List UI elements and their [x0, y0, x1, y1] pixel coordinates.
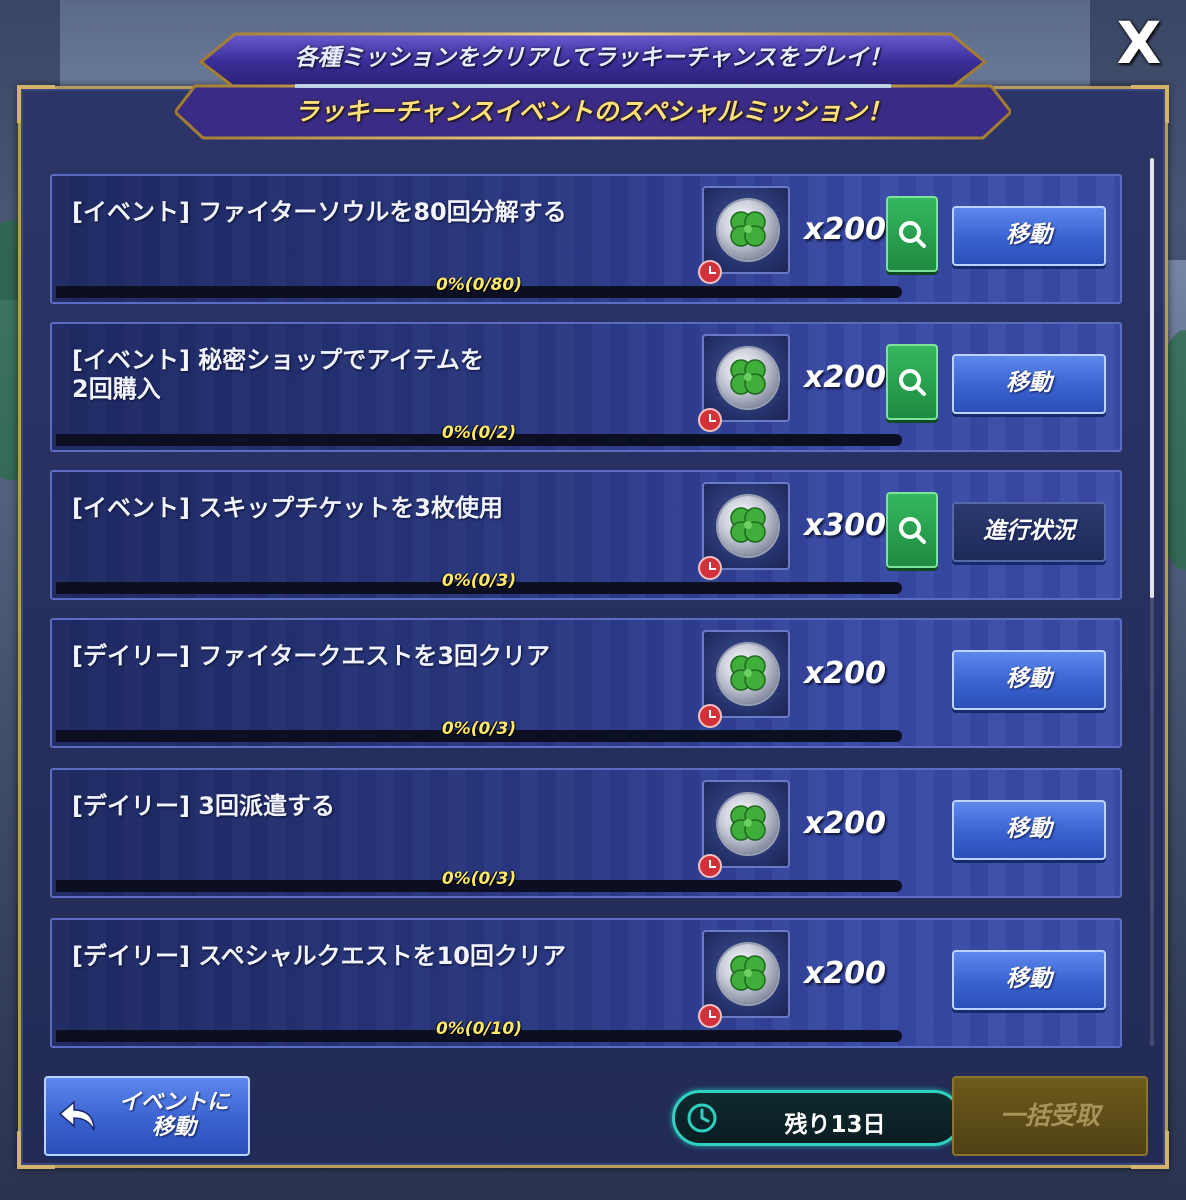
banner-title: ラッキーチャンスイベントのスペシャルミッション！	[294, 97, 892, 126]
move-button[interactable]: 移動	[952, 800, 1106, 860]
reward-item[interactable]	[698, 186, 790, 284]
mission-progress-text: 0%(0/10)	[435, 1019, 523, 1039]
reward-item[interactable]	[698, 780, 790, 878]
timer-badge-icon	[698, 854, 722, 878]
clover-medal-icon	[718, 496, 778, 556]
header-banner: 各種ミッションをクリアしてラッキーチャンスをプレイ！ ラッキーチャンスイベントの…	[175, 26, 1011, 140]
reward-item[interactable]	[698, 482, 790, 580]
mission-progress-bar: 0%(0/3)	[56, 719, 902, 742]
mission-progress-bar: 0%(0/2)	[56, 423, 902, 446]
reward-quantity: x200	[804, 956, 886, 991]
reward-quantity: x200	[804, 360, 886, 395]
clover-medal-icon	[718, 200, 778, 260]
reward-item[interactable]	[698, 930, 790, 1028]
clover-medal-icon	[718, 944, 778, 1004]
mission-progress-bar: 0%(0/3)	[56, 869, 902, 892]
mission-progress-bar: 0%(0/3)	[56, 571, 902, 594]
search-button[interactable]	[886, 196, 938, 272]
clover-medal-icon	[718, 644, 778, 704]
remaining-time-label: 残り13日	[784, 1112, 886, 1138]
clock-icon	[687, 1103, 717, 1133]
mission-title: [イベント] スキップチケットを3枚使用	[72, 494, 503, 522]
mission-title: [デイリー] スペシャルクエストを10回クリア	[72, 942, 567, 970]
reward-quantity: x200	[804, 212, 886, 247]
back-to-event-button[interactable]: イベントに 移動	[44, 1076, 250, 1156]
search-button[interactable]	[886, 344, 938, 420]
search-button[interactable]	[886, 492, 938, 568]
mission-title: [イベント] ファイターソウルを80回分解する	[72, 198, 567, 226]
mission-row: [デイリー] ファイタークエストを3回クリア 0%(0/3) x200 移動	[50, 618, 1122, 748]
move-button[interactable]: 移動	[952, 206, 1106, 266]
mission-row: [デイリー] 3回派遣する 0%(0/3) x200 移動	[50, 768, 1122, 898]
reward-quantity: x200	[804, 656, 886, 691]
reward-quantity: x300	[804, 508, 886, 543]
timer-badge-icon	[698, 704, 722, 728]
mission-row: [イベント] スキップチケットを3枚使用 0%(0/3) x300 進行状況	[50, 470, 1122, 600]
timer-badge-icon	[698, 1004, 722, 1028]
back-arrow-icon	[58, 1100, 95, 1131]
timer-badge-icon	[698, 408, 722, 432]
mission-title: [イベント] 秘密ショップでアイテムを 2回購入	[72, 346, 484, 403]
banner-subtitle: 各種ミッションをクリアしてラッキーチャンスをプレイ！	[294, 45, 892, 71]
mission-title: [デイリー] 3回派遣する	[72, 792, 335, 820]
remaining-time-bar: 残り13日	[672, 1090, 962, 1146]
move-button[interactable]: 移動	[952, 950, 1106, 1010]
progress-status-button[interactable]: 進行状況	[952, 502, 1106, 562]
timer-badge-icon	[698, 260, 722, 284]
claim-all-button[interactable]: 一括受取	[952, 1076, 1148, 1156]
mission-row: [イベント] 秘密ショップでアイテムを 2回購入 0%(0/2) x200 移動	[50, 322, 1122, 452]
scrollbar[interactable]	[1150, 158, 1154, 1046]
mission-progress-text: 0%(0/80)	[435, 275, 523, 295]
back-to-event-label: イベントに 移動	[118, 1090, 229, 1140]
search-icon	[899, 369, 926, 396]
close-button[interactable]: X	[1110, 14, 1168, 72]
timer-badge-icon	[698, 556, 722, 580]
mission-progress-text: 0%(0/3)	[441, 719, 517, 739]
mission-title: [デイリー] ファイタークエストを3回クリア	[72, 642, 551, 670]
reward-item[interactable]	[698, 334, 790, 432]
corner-ornament	[1131, 85, 1169, 123]
mission-row: [デイリー] スペシャルクエストを10回クリア 0%(0/10) x200 移動	[50, 918, 1122, 1048]
search-icon	[899, 517, 926, 544]
reward-quantity: x200	[804, 806, 886, 841]
mission-progress-text: 0%(0/2)	[441, 423, 517, 443]
mission-progress-text: 0%(0/3)	[441, 571, 517, 591]
reward-item[interactable]	[698, 630, 790, 728]
clover-medal-icon	[718, 348, 778, 408]
move-button[interactable]: 移動	[952, 354, 1106, 414]
mission-progress-bar: 0%(0/10)	[56, 1019, 902, 1042]
mission-progress-bar: 0%(0/80)	[56, 275, 902, 298]
clover-medal-icon	[718, 794, 778, 854]
corner-ornament	[17, 85, 55, 123]
mission-progress-text: 0%(0/3)	[441, 869, 517, 889]
search-icon	[899, 221, 926, 248]
mission-row: [イベント] ファイターソウルを80回分解する 0%(0/80) x200 移動	[50, 174, 1122, 304]
move-button[interactable]: 移動	[952, 650, 1106, 710]
scrollbar-thumb[interactable]	[1150, 158, 1154, 598]
